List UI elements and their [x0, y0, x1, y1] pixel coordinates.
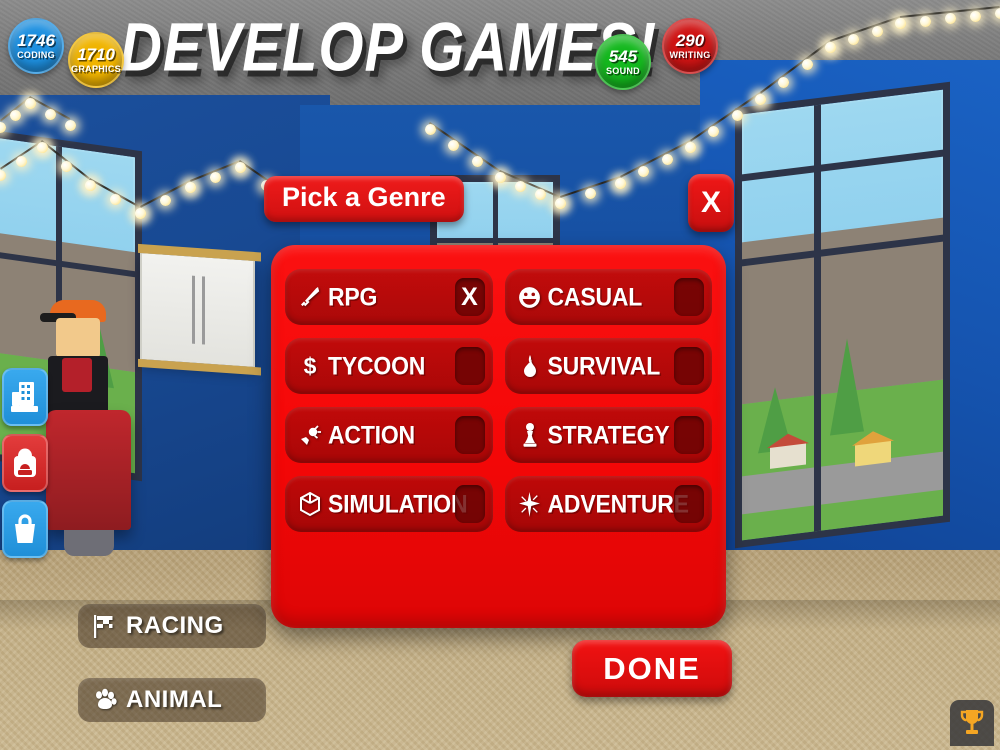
panel-title: Pick a Genre [264, 176, 464, 222]
genre-label: ADVENTURE [547, 489, 690, 518]
wall-cabinet [140, 250, 255, 370]
sparkle-icon [517, 491, 543, 517]
cube-icon [297, 491, 323, 517]
game-screen: DEVELOP GAMES! 1746 CODING 1710 GRAPHICS 545… [0, 0, 1000, 750]
stat-badge-writing: 290 WRITING [662, 18, 718, 74]
stat-label: SOUND [605, 66, 640, 76]
genre-panel: RPG X CASUAL $ TYCOON SURVIVAL ACTION STRATEGY S… [271, 245, 726, 628]
stat-label: CODING [17, 50, 55, 60]
explosion-icon [297, 422, 323, 448]
shopping-bag-icon[interactable] [2, 500, 48, 558]
stat-value: 1710 [77, 45, 115, 64]
genre-label: STRATEGY [547, 420, 670, 449]
genre-option-strategy[interactable]: STRATEGY [504, 407, 712, 463]
quick-genre-label: RACING [126, 612, 224, 639]
flame-icon [517, 353, 543, 379]
stat-label: GRAPHICS [71, 64, 121, 74]
stat-badge-sound: 545 SOUND [595, 34, 651, 90]
stat-value: 545 [608, 47, 638, 66]
genre-checkbox[interactable] [674, 416, 704, 454]
stat-value: 1746 [17, 31, 55, 50]
smiley-icon [517, 284, 543, 310]
window-right [735, 81, 950, 549]
genre-checkbox[interactable] [454, 347, 485, 385]
genre-checkbox[interactable] [454, 485, 485, 523]
buildings-icon[interactable] [2, 368, 48, 426]
desk-chair [46, 410, 131, 556]
genre-option-survival[interactable]: SURVIVAL [504, 338, 712, 394]
genre-option-action[interactable]: ACTION [285, 407, 493, 463]
genre-checkbox[interactable] [454, 416, 485, 454]
sword-icon [297, 284, 323, 310]
genre-option-tycoon[interactable]: $ TYCOON [285, 338, 493, 394]
genre-option-adventure[interactable]: ADVENTURE [504, 476, 712, 532]
checkered-flag-icon [92, 613, 118, 639]
genre-option-casual[interactable]: CASUAL [504, 269, 712, 325]
trophy-icon[interactable] [950, 700, 994, 746]
genre-label: SURVIVAL [547, 351, 661, 380]
quick-genre-label: ANIMAL [126, 686, 223, 713]
stat-badge-graphics: 1710 GRAPHICS [68, 32, 124, 88]
genre-checkbox[interactable] [674, 485, 704, 523]
genre-checkbox[interactable]: X [454, 278, 485, 316]
backpack-icon[interactable] [2, 434, 48, 492]
svg-text:$: $ [304, 353, 317, 379]
genre-label: SIMULATION [328, 489, 468, 518]
chess-pawn-icon [517, 422, 543, 448]
done-button[interactable]: DONE [572, 640, 732, 697]
genre-option-simulation[interactable]: SIMULATION [285, 476, 493, 532]
genre-label: TYCOON [328, 351, 426, 380]
genre-label: CASUAL [547, 282, 643, 311]
genre-label: ACTION [328, 420, 415, 449]
close-button[interactable]: X [688, 174, 734, 232]
dollar-icon: $ [297, 353, 323, 379]
quick-genre-animal[interactable]: ANIMAL [78, 678, 266, 722]
stat-badges: 1746 CODING 1710 GRAPHICS 545 SOUND 290 WRITING [0, 0, 1000, 110]
genre-option-rpg[interactable]: RPG X [285, 269, 493, 325]
genre-grid: RPG X CASUAL $ TYCOON SURVIVAL ACTION STRATEGY S… [285, 269, 712, 532]
bottom-cut-off-text [0, 742, 1000, 750]
paw-print-icon [92, 687, 118, 713]
genre-label: RPG [328, 282, 378, 311]
stat-badge-coding: 1746 CODING [8, 18, 64, 74]
quick-genre-racing[interactable]: RACING [78, 604, 266, 648]
side-icon-rail [2, 368, 52, 566]
stat-label: WRITING [669, 50, 711, 60]
stat-value: 290 [675, 31, 705, 50]
genre-checkbox[interactable] [674, 347, 704, 385]
genre-checkbox[interactable] [674, 278, 704, 316]
